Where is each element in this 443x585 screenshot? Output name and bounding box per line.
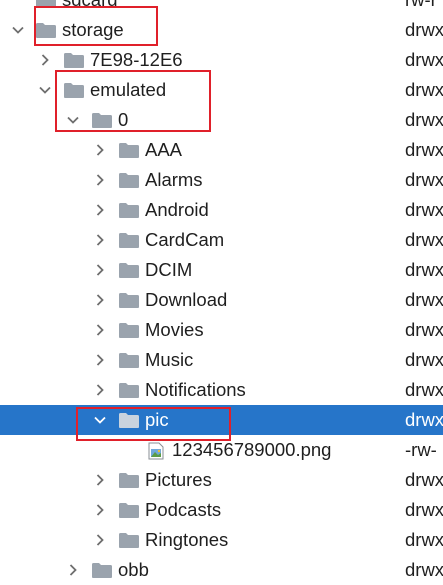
- tree-row-notifications[interactable]: Notifications drwx: [0, 375, 443, 405]
- tree-row-label: storage: [62, 19, 124, 40]
- permissions-cell: drwx: [405, 529, 443, 550]
- folder-icon: [35, 22, 57, 39]
- folder-icon: [91, 562, 113, 579]
- tree-row-movies[interactable]: Movies drwx: [0, 315, 443, 345]
- tree-row-label: sdcard: [62, 0, 118, 15]
- tree-row-label: Podcasts: [145, 499, 222, 520]
- folder-icon: [118, 412, 140, 429]
- permissions-cell: drwx: [405, 139, 443, 160]
- tree-row-music[interactable]: Music drwx: [0, 345, 443, 375]
- chevron-right-icon[interactable]: [92, 255, 108, 285]
- tree-row-label: Ringtones: [145, 529, 229, 550]
- permissions-cell: drwx: [405, 379, 443, 400]
- chevron-down-icon[interactable]: [92, 405, 108, 435]
- folder-icon: [118, 502, 140, 519]
- tree-row-label: pic: [145, 409, 169, 430]
- tree-row-pictures[interactable]: Pictures drwx: [0, 465, 443, 495]
- folder-icon: [118, 472, 140, 489]
- chevron-right-icon[interactable]: [92, 495, 108, 525]
- chevron-right-icon[interactable]: [92, 225, 108, 255]
- chevron-down-icon[interactable]: [37, 75, 53, 105]
- permissions-cell: drwx: [405, 19, 443, 40]
- folder-icon: [118, 232, 140, 249]
- permissions-cell: drwx: [405, 109, 443, 130]
- folder-icon: [118, 172, 140, 189]
- tree-row-label: 123456789000.png: [172, 439, 332, 460]
- tree-row-label: obb: [118, 559, 149, 580]
- folder-icon: [118, 322, 140, 339]
- permissions-cell: drwx: [405, 229, 443, 250]
- tree-row-label: AAA: [145, 139, 183, 160]
- tree-row-label: DCIM: [145, 259, 193, 280]
- file-tree: sdcard rw-r storage drwx 7E98-12E6 drwx …: [0, 0, 443, 584]
- folder-icon: [118, 262, 140, 279]
- permissions-cell: drwx: [405, 319, 443, 340]
- permissions-cell: rw-r: [405, 0, 437, 15]
- tree-row-sdcard[interactable]: sdcard rw-r: [0, 0, 443, 15]
- folder-icon: [118, 352, 140, 369]
- tree-row-label: Android: [145, 199, 209, 220]
- image-file-icon: [145, 442, 167, 459]
- permissions-cell: drwx: [405, 409, 443, 430]
- tree-row-ringtones[interactable]: Ringtones drwx: [0, 525, 443, 555]
- folder-icon: [63, 82, 85, 99]
- tree-row-obb[interactable]: obb drwx: [0, 555, 443, 585]
- folder-icon: [118, 202, 140, 219]
- permissions-cell: drwx: [405, 199, 443, 220]
- tree-row-emulated[interactable]: emulated drwx: [0, 75, 443, 105]
- tree-row-podcasts[interactable]: Podcasts drwx: [0, 495, 443, 525]
- tree-row-label: Music: [145, 349, 194, 370]
- folder-icon: [118, 382, 140, 399]
- tree-row-0[interactable]: 0 drwx: [0, 105, 443, 135]
- tree-row-label: Alarms: [145, 169, 203, 190]
- permissions-cell: drwx: [405, 169, 443, 190]
- folder-icon: [118, 142, 140, 159]
- tree-row-aaa[interactable]: AAA drwx: [0, 135, 443, 165]
- folder-icon: [63, 52, 85, 69]
- folder-icon: [118, 532, 140, 549]
- chevron-right-icon[interactable]: [65, 555, 81, 585]
- chevron-right-icon[interactable]: [92, 465, 108, 495]
- tree-row-alarms[interactable]: Alarms drwx: [0, 165, 443, 195]
- permissions-cell: drwx: [405, 349, 443, 370]
- tree-row-label: emulated: [90, 79, 167, 100]
- permissions-cell: drwx: [405, 499, 443, 520]
- tree-row-png-file[interactable]: 123456789000.png -rw-: [0, 435, 443, 465]
- tree-row-label: 7E98-12E6: [90, 49, 183, 70]
- permissions-cell: drwx: [405, 469, 443, 490]
- tree-row-label: Notifications: [145, 379, 246, 400]
- permissions-cell: drwx: [405, 289, 443, 310]
- chevron-right-icon[interactable]: [92, 165, 108, 195]
- permissions-cell: drwx: [405, 49, 443, 70]
- chevron-down-icon[interactable]: [10, 15, 26, 45]
- tree-row-label: CardCam: [145, 229, 225, 250]
- chevron-right-icon[interactable]: [92, 345, 108, 375]
- tree-row-storage[interactable]: storage drwx: [0, 15, 443, 45]
- permissions-cell: drwx: [405, 79, 443, 100]
- tree-row-label: Download: [145, 289, 228, 310]
- chevron-right-icon[interactable]: [92, 195, 108, 225]
- chevron-right-icon[interactable]: [92, 525, 108, 555]
- tree-row-pic[interactable]: pic drwx: [0, 405, 443, 435]
- tree-row-7e98-12e6[interactable]: 7E98-12E6 drwx: [0, 45, 443, 75]
- permissions-cell: -rw-: [405, 439, 437, 460]
- tree-row-download[interactable]: Download drwx: [0, 285, 443, 315]
- folder-icon: [91, 112, 113, 129]
- chevron-right-icon[interactable]: [92, 135, 108, 165]
- tree-row-android[interactable]: Android drwx: [0, 195, 443, 225]
- chevron-right-icon[interactable]: [37, 45, 53, 75]
- tree-row-cardcam[interactable]: CardCam drwx: [0, 225, 443, 255]
- tree-row-label: Pictures: [145, 469, 212, 490]
- chevron-right-icon[interactable]: [92, 285, 108, 315]
- tree-row-dcim[interactable]: DCIM drwx: [0, 255, 443, 285]
- tree-row-label: Movies: [145, 319, 204, 340]
- permissions-cell: drwx: [405, 559, 443, 580]
- folder-icon: [35, 0, 57, 9]
- folder-icon: [118, 292, 140, 309]
- chevron-right-icon[interactable]: [92, 315, 108, 345]
- permissions-cell: drwx: [405, 259, 443, 280]
- chevron-down-icon[interactable]: [65, 105, 81, 135]
- tree-row-label: 0: [118, 109, 129, 130]
- chevron-right-icon[interactable]: [92, 375, 108, 405]
